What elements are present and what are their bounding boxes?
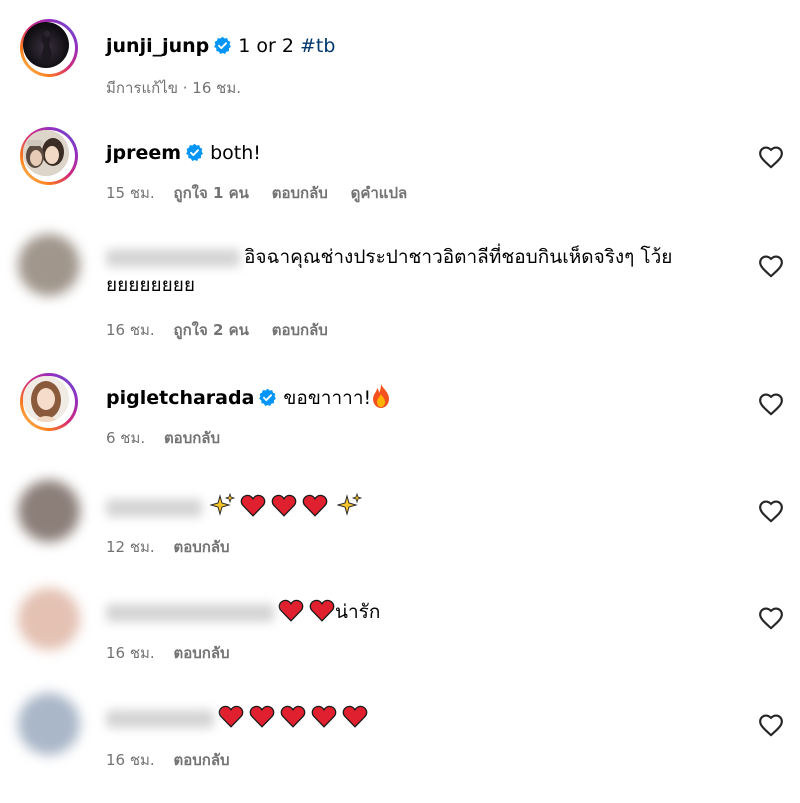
comment-text-continued: ยยยยยยยย (106, 274, 196, 296)
comment-meta: มีการแก้ไข · 16 ชม. (106, 76, 255, 100)
avatar[interactable] (20, 19, 78, 77)
avatar[interactable] (18, 234, 80, 296)
username[interactable]: pigletcharada (106, 387, 254, 409)
sparkles-emoji-icon (210, 492, 236, 516)
comment-meta: 16 ชม. ถูกใจ 2 คน ตอบกลับ (106, 318, 346, 342)
username[interactable]: junji_junp (106, 35, 209, 57)
like-heart-icon[interactable] (758, 606, 784, 630)
avatar[interactable] (20, 373, 78, 431)
red-heart-emoji-icon (309, 599, 335, 622)
timestamp: 16 ชม. (106, 644, 155, 662)
likes-count-button[interactable]: ถูกใจ 1 คน (173, 184, 248, 202)
red-heart-emoji-icon (218, 705, 244, 728)
timestamp: 16 ชม. (106, 321, 155, 339)
like-heart-icon[interactable] (758, 713, 784, 737)
username[interactable]: jpreem (106, 142, 181, 164)
comment-meta: 16 ชม. ตอบกลับ (106, 641, 248, 665)
comment-text: both! (210, 142, 261, 164)
like-heart-icon[interactable] (758, 145, 784, 169)
red-heart-emoji-icon (271, 494, 297, 517)
red-heart-emoji-icon (240, 494, 266, 517)
reply-button[interactable]: ตอบกลับ (272, 184, 328, 202)
verified-badge-icon (186, 143, 203, 161)
reply-button[interactable]: ตอบกลับ (173, 751, 229, 769)
comment-meta: 15 ชม. ถูกใจ 1 คน ตอบกลับ ดูคำแปล (106, 181, 425, 205)
comment-text: น่ารัก (335, 601, 381, 623)
hidden-username[interactable] (106, 603, 274, 622)
comment-text: ขอขาาาา! (283, 387, 372, 409)
red-heart-emoji-icon (342, 705, 368, 728)
reply-button[interactable]: ตอบกลับ (173, 538, 229, 556)
avatar[interactable] (18, 693, 80, 755)
reply-button[interactable]: ตอบกลับ (164, 429, 220, 447)
hidden-username[interactable] (106, 498, 202, 517)
red-heart-emoji-icon (280, 705, 306, 728)
verified-badge-icon (259, 388, 277, 406)
timestamp: 15 ชม. (106, 184, 155, 202)
comment-meta: 12 ชม. ตอบกลับ (106, 535, 248, 559)
reply-button[interactable]: ตอบกลับ (272, 321, 328, 339)
avatar[interactable] (18, 480, 80, 542)
likes-count-button[interactable]: ถูกใจ 2 คน (173, 321, 248, 339)
like-heart-icon[interactable] (758, 254, 784, 278)
red-heart-emoji-icon (278, 599, 304, 622)
timestamp: มีการแก้ไข · 16 ชม. (106, 79, 241, 97)
hashtag-link[interactable]: #tb (300, 35, 335, 57)
red-heart-emoji-icon (249, 705, 275, 728)
comment-meta: 16 ชม. ตอบกลับ (106, 748, 248, 772)
comment-meta: 6 ชม. ตอบกลับ (106, 426, 238, 450)
avatar[interactable] (20, 127, 78, 185)
timestamp: 12 ชม. (106, 538, 155, 556)
like-heart-icon[interactable] (758, 499, 784, 523)
comment-text: อิจฉาคุณช่างประปาชาวอิตาลีที่ชอบกินเห็ดจ… (244, 246, 673, 268)
hidden-username[interactable] (106, 709, 214, 728)
comment-text: 1 or 2 (238, 35, 294, 57)
verified-badge-icon (214, 36, 232, 54)
avatar[interactable] (18, 588, 80, 650)
like-heart-icon[interactable] (758, 392, 784, 416)
hidden-username[interactable] (106, 248, 240, 267)
red-heart-emoji-icon (302, 494, 328, 517)
timestamp: 6 ชม. (106, 429, 146, 447)
see-translation-button[interactable]: ดูคำแปล (351, 184, 408, 202)
timestamp: 16 ชม. (106, 751, 155, 769)
red-heart-emoji-icon (311, 705, 337, 728)
reply-button[interactable]: ตอบกลับ (173, 644, 229, 662)
sparkles-emoji-icon (337, 492, 363, 516)
fire-emoji-icon (373, 384, 390, 408)
